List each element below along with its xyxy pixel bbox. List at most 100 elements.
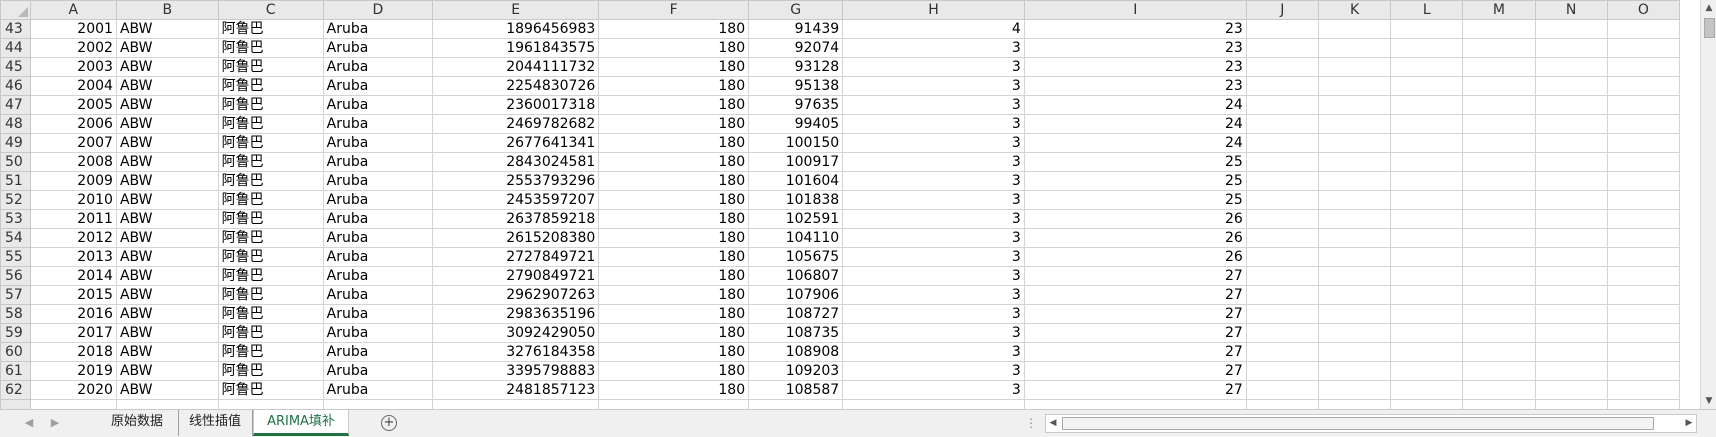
empty-cell[interactable] xyxy=(1390,323,1464,343)
empty-cell[interactable] xyxy=(1317,285,1392,305)
row-header[interactable]: 50 xyxy=(0,152,31,172)
empty-cell[interactable] xyxy=(1317,323,1392,343)
cell-country-name-en[interactable]: Aruba xyxy=(322,304,434,324)
select-all-corner[interactable] xyxy=(0,0,31,20)
tab-sheet-arima-fill[interactable]: ARIMA填补 xyxy=(253,410,349,436)
cell-country-code[interactable]: ABW xyxy=(115,133,219,153)
empty-cell[interactable] xyxy=(1317,247,1392,267)
empty-cell[interactable] xyxy=(1317,171,1392,191)
tab-sheet-linear-interpolation[interactable]: 线性插值 xyxy=(178,410,253,436)
col-header-j[interactable]: J xyxy=(1245,0,1319,20)
empty-cell[interactable] xyxy=(1606,228,1681,248)
empty-cell[interactable] xyxy=(1317,342,1392,362)
empty-cell[interactable] xyxy=(1390,266,1464,286)
cell-value-e[interactable]: 2254830726 xyxy=(432,76,600,96)
cell-value-h[interactable]: 4 xyxy=(842,19,1025,39)
col-header-c[interactable]: C xyxy=(217,0,324,20)
cell-value-i[interactable]: 24 xyxy=(1023,95,1247,115)
cell-country-code[interactable]: ABW xyxy=(115,228,219,248)
cell-country-code[interactable]: ABW xyxy=(115,114,219,134)
cell-country-name-en[interactable]: Aruba xyxy=(322,228,434,248)
cell-country-code[interactable]: ABW xyxy=(115,247,219,267)
cell-country-code[interactable]: ABW xyxy=(115,95,219,115)
triangle-right-icon[interactable]: ▶ xyxy=(1682,415,1696,432)
cell-country-name-zh[interactable]: 阿鲁巴 xyxy=(217,190,324,210)
empty-cell[interactable] xyxy=(1317,361,1392,381)
empty-cell[interactable] xyxy=(1390,285,1464,305)
empty-cell[interactable] xyxy=(842,399,1025,409)
cell-year[interactable]: 2001 xyxy=(29,19,117,39)
cell-country-name-zh[interactable]: 阿鲁巴 xyxy=(217,171,324,191)
cell-value-i[interactable]: 25 xyxy=(1023,171,1247,191)
empty-cell[interactable] xyxy=(1462,323,1536,343)
cell-country-name-zh[interactable]: 阿鲁巴 xyxy=(217,342,324,362)
col-header-l[interactable]: L xyxy=(1390,0,1464,20)
cell-country-name-en[interactable]: Aruba xyxy=(322,266,434,286)
empty-cell[interactable] xyxy=(1317,152,1392,172)
empty-cell[interactable] xyxy=(1606,399,1681,409)
row-header[interactable]: 53 xyxy=(0,209,31,229)
tab-sheet-original-data[interactable]: 原始数据 xyxy=(96,410,179,436)
empty-cell[interactable] xyxy=(1390,76,1464,96)
cell-country-name-en[interactable]: Aruba xyxy=(322,190,434,210)
col-header-i[interactable]: I xyxy=(1023,0,1247,20)
empty-cell[interactable] xyxy=(1390,304,1464,324)
cell-year[interactable]: 2011 xyxy=(29,209,117,229)
cell-value-i[interactable]: 25 xyxy=(1023,152,1247,172)
empty-cell[interactable] xyxy=(1317,228,1392,248)
empty-cell[interactable] xyxy=(1317,114,1392,134)
empty-cell[interactable] xyxy=(1606,266,1681,286)
cell-value-h[interactable]: 3 xyxy=(842,209,1025,229)
cell-year[interactable]: 2003 xyxy=(29,57,117,77)
cell-table[interactable]: A B C D E F G H I J K L M N O 43 2001 ABW 阿… xyxy=(0,0,1681,409)
cell-value-e[interactable]: 2481857123 xyxy=(432,380,600,400)
empty-cell[interactable] xyxy=(1245,304,1319,324)
empty-cell[interactable] xyxy=(1245,95,1319,115)
empty-cell[interactable] xyxy=(1606,209,1681,229)
cell-value-f[interactable]: 180 xyxy=(598,361,750,381)
cell-year[interactable]: 2009 xyxy=(29,171,117,191)
cell-year[interactable]: 2020 xyxy=(29,380,117,400)
empty-cell[interactable] xyxy=(1390,171,1464,191)
cell-value-i[interactable]: 25 xyxy=(1023,190,1247,210)
empty-cell[interactable] xyxy=(1462,342,1536,362)
cell-value-e[interactable]: 2044111732 xyxy=(432,57,600,77)
cell-country-name-en[interactable]: Aruba xyxy=(322,38,434,58)
horizontal-scroll-thumb[interactable] xyxy=(1062,417,1654,430)
empty-cell[interactable] xyxy=(1317,57,1392,77)
cell-value-e[interactable]: 3276184358 xyxy=(432,342,600,362)
cell-country-code[interactable]: ABW xyxy=(115,190,219,210)
empty-cell[interactable] xyxy=(1606,361,1681,381)
empty-cell[interactable] xyxy=(1534,190,1608,210)
row-header[interactable]: 51 xyxy=(0,171,31,191)
triangle-left-icon[interactable]: ◀ xyxy=(1046,415,1060,432)
row-header[interactable]: 52 xyxy=(0,190,31,210)
empty-cell[interactable] xyxy=(1245,361,1319,381)
cell-value-e[interactable]: 2637859218 xyxy=(432,209,600,229)
empty-cell[interactable] xyxy=(1317,95,1392,115)
cell-country-name-zh[interactable]: 阿鲁巴 xyxy=(217,228,324,248)
cell-year[interactable]: 2006 xyxy=(29,114,117,134)
empty-cell[interactable] xyxy=(1390,38,1464,58)
empty-cell[interactable] xyxy=(1462,247,1536,267)
cell-country-name-zh[interactable]: 阿鲁巴 xyxy=(217,76,324,96)
empty-cell[interactable] xyxy=(1534,95,1608,115)
cell-country-name-zh[interactable]: 阿鲁巴 xyxy=(217,323,324,343)
cell-country-code[interactable]: ABW xyxy=(115,323,219,343)
empty-cell[interactable] xyxy=(1245,285,1319,305)
empty-cell[interactable] xyxy=(1534,171,1608,191)
cell-value-i[interactable]: 27 xyxy=(1023,361,1247,381)
cell-value-i[interactable]: 23 xyxy=(1023,76,1247,96)
empty-cell[interactable] xyxy=(1462,19,1536,39)
empty-cell[interactable] xyxy=(1462,399,1536,409)
cell-country-name-en[interactable]: Aruba xyxy=(322,133,434,153)
empty-cell[interactable] xyxy=(1462,304,1536,324)
cell-country-code[interactable]: ABW xyxy=(115,76,219,96)
cell-value-e[interactable]: 2790849721 xyxy=(432,266,600,286)
empty-cell[interactable] xyxy=(1462,361,1536,381)
row-header[interactable]: 49 xyxy=(0,133,31,153)
cell-value-e[interactable]: 3092429050 xyxy=(432,323,600,343)
row-header[interactable]: 54 xyxy=(0,228,31,248)
empty-cell[interactable] xyxy=(1606,323,1681,343)
empty-cell[interactable] xyxy=(598,399,750,409)
